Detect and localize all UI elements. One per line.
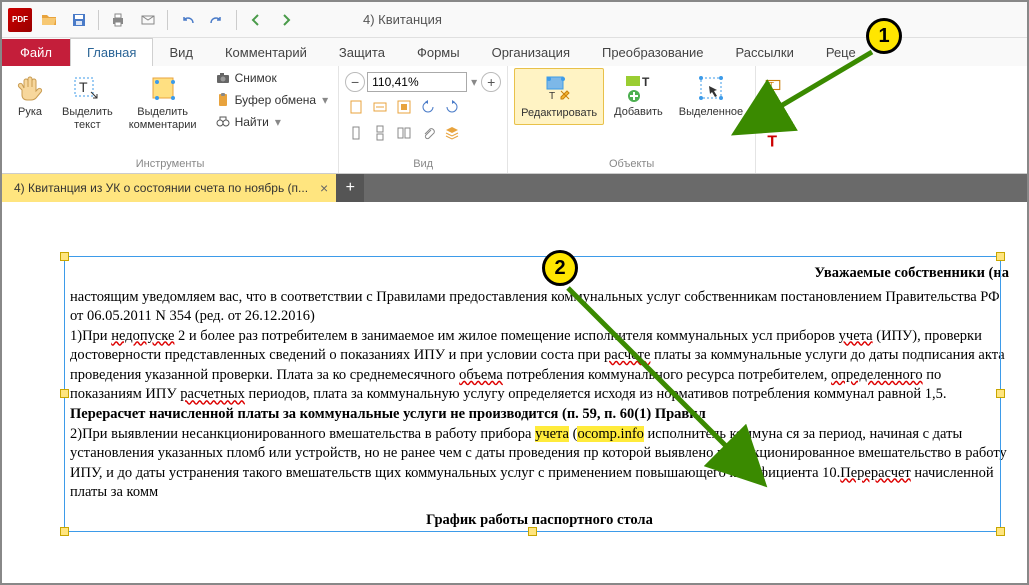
extra-btn-3[interactable]: T bbox=[762, 130, 784, 152]
select-comments-button[interactable]: Выделить комментарии bbox=[123, 68, 203, 136]
snapshot-button[interactable]: Снимок bbox=[211, 68, 333, 88]
attach-button[interactable] bbox=[417, 122, 439, 144]
arrow-2 bbox=[564, 284, 754, 477]
single-page-button[interactable] bbox=[345, 122, 367, 144]
clipboard-button[interactable]: Буфер обмена▾ bbox=[211, 90, 333, 110]
group-tools-label: Инструменты bbox=[8, 156, 332, 173]
document-tabs: 4) Квитанция из УК о состоянии счета по … bbox=[2, 174, 1027, 202]
tab-protect[interactable]: Защита bbox=[323, 39, 401, 66]
svg-text:T: T bbox=[642, 75, 650, 89]
zoom-out-button[interactable]: − bbox=[345, 72, 365, 92]
document-tab[interactable]: 4) Квитанция из УК о состоянии счета по … bbox=[2, 174, 336, 202]
select-text-button[interactable]: T Выделить текст bbox=[56, 68, 119, 136]
group-objects: T Редактировать T Добавить Выделенное Об… bbox=[508, 66, 756, 173]
find-button[interactable]: Найти▾ bbox=[211, 112, 333, 132]
tab-convert[interactable]: Преобразование bbox=[586, 39, 720, 66]
find-label: Найти bbox=[235, 115, 269, 129]
svg-text:T: T bbox=[768, 134, 778, 150]
tab-comment[interactable]: Комментарий bbox=[209, 39, 323, 66]
binoculars-icon bbox=[215, 114, 231, 130]
zoom-input[interactable] bbox=[367, 72, 467, 92]
group-view: − ▾ + Вид bbox=[339, 66, 508, 173]
clipboard-label: Буфер обмена bbox=[235, 93, 317, 107]
heading-center: График работы паспортного стола bbox=[70, 511, 1009, 531]
edit-label: Редактировать bbox=[521, 107, 597, 120]
select-comments-label: Выделить комментарии bbox=[129, 106, 197, 132]
svg-text:T: T bbox=[79, 79, 88, 95]
tab-file[interactable]: Файл bbox=[2, 39, 70, 66]
fit-visible-button[interactable] bbox=[393, 96, 415, 118]
select-text-label: Выделить текст bbox=[62, 106, 113, 132]
page: Уважаемые собственники (на настоящим уве… bbox=[10, 208, 1019, 538]
next-button[interactable] bbox=[273, 7, 299, 33]
svg-text:T: T bbox=[549, 91, 555, 102]
callout-1: 1 bbox=[866, 18, 902, 54]
fit-width-button[interactable] bbox=[369, 96, 391, 118]
hand-label: Рука bbox=[18, 106, 42, 119]
edit-object-button[interactable]: T Редактировать bbox=[514, 68, 604, 125]
clipboard-icon bbox=[215, 92, 231, 108]
fit-page-button[interactable] bbox=[345, 96, 367, 118]
rotate-right-button[interactable] bbox=[441, 96, 463, 118]
edit-icon: T bbox=[543, 73, 575, 105]
redo-button[interactable] bbox=[204, 7, 230, 33]
tab-view[interactable]: Вид bbox=[153, 39, 209, 66]
add-object-button[interactable]: T Добавить bbox=[608, 68, 669, 123]
group-objects-label: Объекты bbox=[514, 156, 749, 173]
paragraph-3: 2)При выявлении несанкционированного вме… bbox=[70, 425, 1009, 503]
email-button[interactable] bbox=[135, 7, 161, 33]
facing-button[interactable] bbox=[393, 122, 415, 144]
paragraph-1: настоящим уведомляем вас, что в соответс… bbox=[70, 288, 1009, 327]
select-text-icon: T bbox=[71, 72, 103, 104]
tab-forms[interactable]: Формы bbox=[401, 39, 476, 66]
tab-organize[interactable]: Организация bbox=[476, 39, 586, 66]
hand-icon bbox=[14, 72, 46, 104]
zoom-in-button[interactable]: + bbox=[481, 72, 501, 92]
heading-right: Уважаемые собственники (на bbox=[70, 264, 1009, 284]
group-tools: Рука T Выделить текст Выделить комментар… bbox=[2, 66, 339, 173]
print-button[interactable] bbox=[105, 7, 131, 33]
close-tab-button[interactable]: × bbox=[320, 180, 328, 196]
snapshot-label: Снимок bbox=[235, 71, 277, 85]
selected-label: Выделенное bbox=[679, 106, 743, 119]
layers-button[interactable] bbox=[441, 122, 463, 144]
document-tab-title: 4) Квитанция из УК о состоянии счета по … bbox=[14, 181, 308, 195]
add-label: Добавить bbox=[614, 106, 663, 119]
group-view-label: Вид bbox=[345, 156, 501, 173]
prev-button[interactable] bbox=[243, 7, 269, 33]
hand-tool-button[interactable]: Рука bbox=[8, 68, 52, 123]
add-tab-button[interactable]: + bbox=[336, 174, 364, 202]
tab-main[interactable]: Главная bbox=[70, 38, 153, 66]
selected-icon bbox=[695, 72, 727, 104]
document-area[interactable]: Уважаемые собственники (на настоящим уве… bbox=[2, 202, 1027, 583]
add-icon: T bbox=[622, 72, 654, 104]
selected-object-button[interactable]: Выделенное bbox=[673, 68, 749, 123]
rotate-left-button[interactable] bbox=[417, 96, 439, 118]
paragraph-2: 1)При недопуске 2 и более раз потребител… bbox=[70, 327, 1009, 425]
window-title: 4) Квитанция bbox=[363, 12, 442, 27]
camera-icon bbox=[215, 70, 231, 86]
continuous-button[interactable] bbox=[369, 122, 391, 144]
arrow-1 bbox=[762, 48, 882, 131]
app-icon: PDF bbox=[8, 8, 32, 32]
save-button[interactable] bbox=[66, 7, 92, 33]
open-button[interactable] bbox=[36, 7, 62, 33]
undo-button[interactable] bbox=[174, 7, 200, 33]
select-comments-icon bbox=[147, 72, 179, 104]
callout-2: 2 bbox=[542, 250, 578, 286]
